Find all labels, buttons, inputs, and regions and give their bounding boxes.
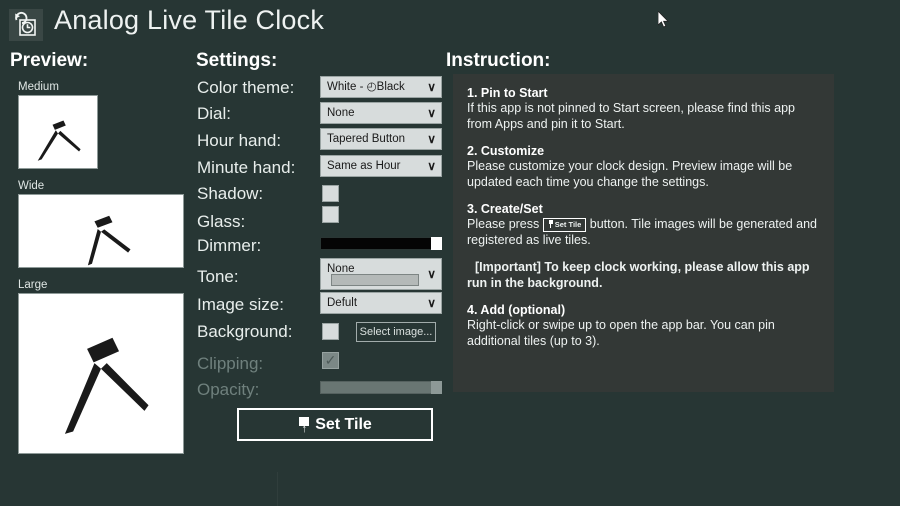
select-tone[interactable]: None ∨: [320, 258, 442, 290]
slider-dimmer-thumb[interactable]: [431, 237, 442, 250]
set-tile-button[interactable]: ↑ Set Tile: [237, 408, 433, 441]
select-minute-hand[interactable]: Same as Hour ∨: [320, 155, 442, 177]
preview-tile-wide: [18, 194, 184, 268]
instruction-heading: Instruction:: [446, 50, 551, 71]
checkbox-glass[interactable]: [322, 206, 339, 223]
chevron-down-icon: ∨: [427, 267, 436, 281]
pin-to-start-icon: ↑: [298, 416, 310, 434]
chevron-down-icon: ∨: [427, 106, 436, 120]
chevron-down-icon: ∨: [427, 132, 436, 146]
label-minute-hand: Minute hand:: [197, 158, 296, 177]
bottom-divider: [277, 472, 278, 506]
tile-label-large: Large: [18, 279, 48, 291]
label-image-size: Image size:: [197, 295, 284, 314]
checkbox-background[interactable]: [322, 323, 339, 340]
set-tile-button-label: Set Tile: [315, 415, 372, 433]
title-bar: Analog Live Tile Clock: [0, 0, 900, 46]
label-opacity: Opacity:: [197, 380, 260, 399]
select-color-theme-value: White - ◴Black: [327, 81, 405, 93]
instruction-step-3-body: Please press Set Tile button. Tile image…: [467, 217, 820, 248]
select-minute-hand-value: Same as Hour: [327, 160, 401, 172]
checkbox-shadow[interactable]: [322, 185, 339, 202]
instruction-step-1-title: 1. Pin to Start: [467, 86, 548, 100]
select-image-button[interactable]: Select image...: [356, 322, 436, 342]
page-title: Analog Live Tile Clock: [54, 5, 325, 35]
instruction-step-2-body: Please customize your clock design. Prev…: [467, 159, 793, 189]
chevron-down-icon: ∨: [427, 80, 436, 94]
preview-heading: Preview:: [10, 50, 89, 71]
label-dial: Dial:: [197, 104, 232, 123]
instruction-step-2-title: 2. Customize: [467, 144, 545, 158]
select-image-size-value: Defult: [327, 297, 358, 309]
instruction-panel: 1. Pin to Start If this app is not pinne…: [453, 74, 834, 392]
select-hour-hand-value: Tapered Button: [327, 133, 406, 145]
select-dial[interactable]: None ∨: [320, 102, 442, 124]
pin-to-start-icon: [548, 220, 554, 228]
select-image-size[interactable]: Defult ∨: [320, 292, 442, 314]
slider-dimmer[interactable]: [320, 237, 442, 250]
label-hour-hand: Hour hand:: [197, 131, 282, 150]
inline-set-tile-button: Set Tile: [542, 218, 587, 232]
instruction-step-4-title: 4. Add (optional): [467, 303, 566, 317]
tone-preview-bar: [331, 274, 419, 286]
tile-label-wide: Wide: [18, 180, 45, 192]
select-color-theme[interactable]: White - ◴Black ∨: [320, 76, 442, 98]
clock-refresh-icon: [9, 9, 43, 41]
instruction-step-3-text-before: Please press: [467, 217, 540, 231]
label-glass: Glass:: [197, 212, 246, 231]
label-tone: Tone:: [197, 267, 239, 286]
chevron-down-icon: ∨: [427, 296, 436, 310]
slider-dimmer-track: [320, 237, 442, 250]
slider-opacity-track: [320, 381, 442, 394]
checkbox-clipping: ✓: [322, 352, 339, 369]
instruction-step-1-body: If this app is not pinned to Start scree…: [467, 101, 795, 131]
select-hour-hand[interactable]: Tapered Button ∨: [320, 128, 442, 150]
slider-opacity: [320, 381, 442, 394]
slider-opacity-thumb: [431, 381, 442, 394]
instruction-step-3-title: 3. Create/Set: [467, 202, 543, 216]
tile-label-medium: Medium: [18, 81, 59, 93]
preview-tile-large: [18, 293, 184, 454]
settings-heading: Settings:: [196, 50, 278, 71]
chevron-down-icon: ∨: [427, 159, 436, 173]
instruction-step-4-body: Right-click or swipe up to open the app …: [467, 318, 775, 348]
inline-set-tile-label: Set Tile: [554, 220, 582, 229]
preview-tile-medium: [18, 95, 98, 169]
instruction-important-note: [Important] To keep clock working, pleas…: [467, 260, 810, 290]
label-dimmer: Dimmer:: [197, 236, 262, 255]
label-clipping: Clipping:: [197, 354, 264, 373]
label-shadow: Shadow:: [197, 184, 264, 203]
label-background: Background:: [197, 322, 293, 341]
select-dial-value: None: [327, 107, 355, 119]
label-color-theme: Color theme:: [197, 78, 295, 97]
mouse-cursor: [657, 10, 670, 29]
